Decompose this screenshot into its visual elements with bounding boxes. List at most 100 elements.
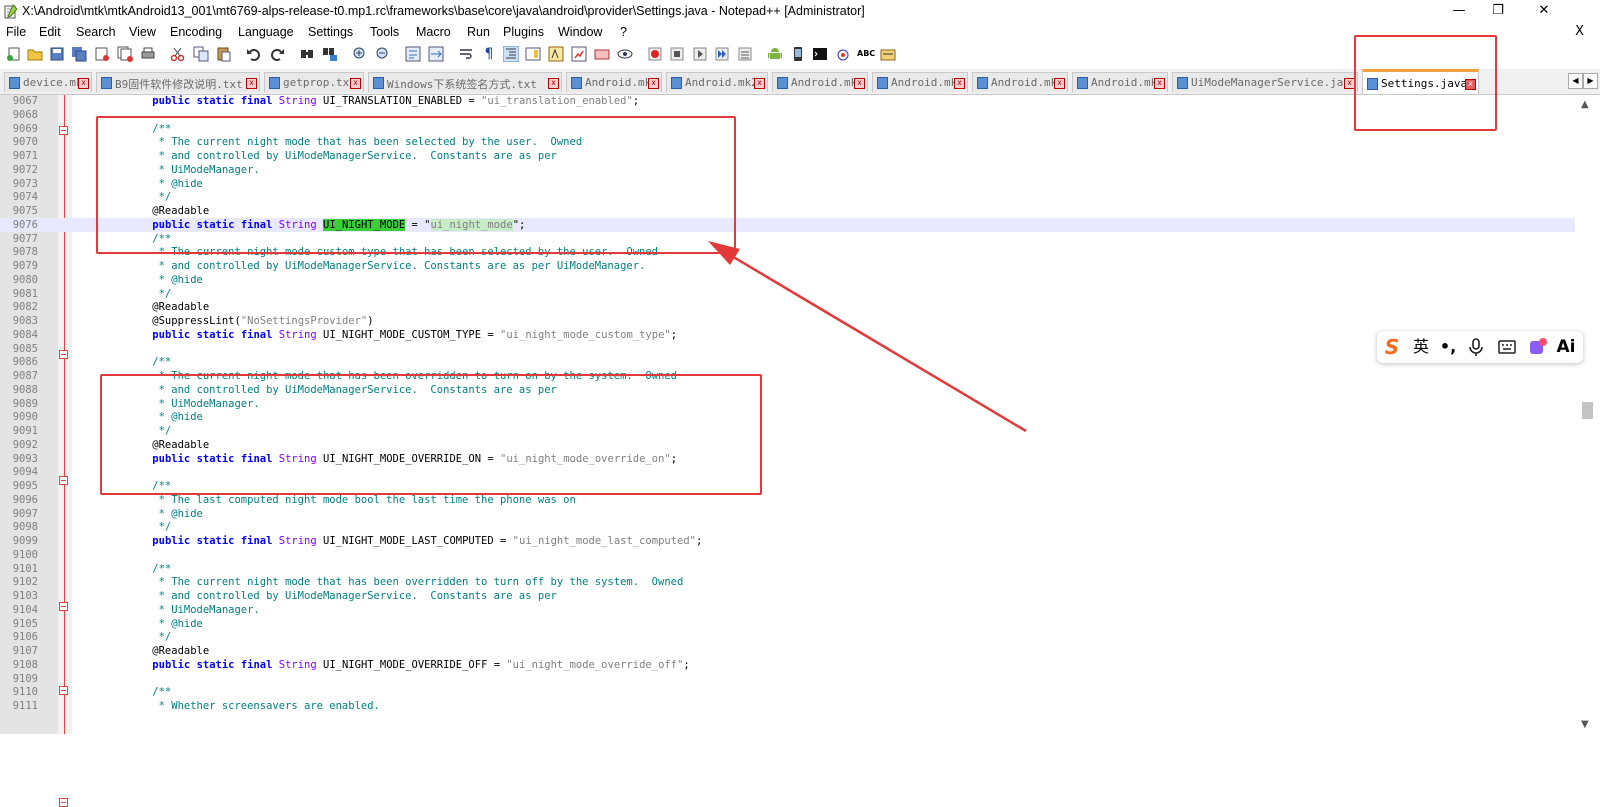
code-line[interactable]: 9100 — [0, 548, 1575, 562]
menu-encoding[interactable]: Encoding — [170, 25, 222, 39]
tab-close-icon[interactable]: x — [548, 78, 559, 89]
tab-android-mk-4[interactable]: Android.mk x — [872, 72, 968, 92]
code-line[interactable]: 9086 /** — [0, 355, 1575, 369]
show-all-characters-icon[interactable]: ¶ — [481, 46, 497, 62]
tab-close-icon[interactable]: x — [854, 78, 865, 89]
print-icon[interactable] — [140, 46, 156, 62]
tab-android-mk-5[interactable]: Android.mk x — [972, 72, 1068, 92]
menu-tools[interactable]: Tools — [370, 25, 399, 39]
tab-device-mk[interactable]: device.mk x — [4, 72, 92, 92]
zoom-in-icon[interactable] — [352, 46, 368, 62]
code-line[interactable]: 9098 */ — [0, 520, 1575, 534]
ime-punctuation-toggle[interactable]: •, — [1437, 337, 1459, 357]
menu-settings[interactable]: Settings — [308, 25, 353, 39]
tab-close-icon[interactable]: x — [350, 78, 361, 89]
tab-android-mk-6[interactable]: Android.mk x — [1072, 72, 1168, 92]
tab-close-icon[interactable]: x — [1054, 78, 1065, 89]
stop-macro-icon[interactable] — [669, 46, 685, 62]
menu-edit[interactable]: Edit — [39, 25, 61, 39]
tab-android-mk-1[interactable]: Android.mk x — [566, 72, 662, 92]
tab-windows-signing[interactable]: Windows下系统签名方式.txt x — [368, 72, 562, 92]
tab-scroll-left-button[interactable]: ◀ — [1568, 73, 1583, 89]
code-line[interactable]: 9083 @SuppressLint("NoSettingsProvider") — [0, 314, 1575, 328]
function-list-icon[interactable] — [548, 46, 564, 62]
ime-ai-button[interactable]: Ai — [1555, 337, 1577, 357]
code-line[interactable]: 9097 * @hide — [0, 507, 1575, 521]
code-line[interactable]: 9104 * UiModeManager. — [0, 603, 1575, 617]
tab-b9-readme[interactable]: B9固件软件修改说明.txt x — [96, 72, 260, 92]
menu-search[interactable]: Search — [76, 25, 116, 39]
record-macro-icon[interactable] — [647, 46, 663, 62]
code-line[interactable]: 9103 * and controlled by UiModeManagerSe… — [0, 589, 1575, 603]
redo-icon[interactable] — [269, 46, 285, 62]
code-line[interactable]: 9102 * The current night mode that has b… — [0, 575, 1575, 589]
save-all-icon[interactable] — [71, 46, 87, 62]
tab-android-mk2[interactable]: Android.mk2 x — [666, 72, 768, 92]
zoom-out-icon[interactable] — [375, 46, 391, 62]
eye-icon[interactable] — [617, 46, 633, 62]
paste-icon[interactable] — [216, 46, 232, 62]
monitoring-icon[interactable] — [594, 46, 610, 62]
android-icon[interactable] — [767, 46, 783, 62]
code-line[interactable]: 9105 * @hide — [0, 617, 1575, 631]
sync-vertical-icon[interactable] — [405, 46, 421, 62]
play-macro-icon[interactable] — [692, 46, 708, 62]
menu-macro[interactable]: Macro — [416, 25, 451, 39]
word-wrap-icon[interactable] — [458, 46, 474, 62]
restore-button[interactable]: ❐ — [1475, 0, 1521, 24]
sync-horizontal-icon[interactable] — [428, 46, 444, 62]
tab-close-icon[interactable]: x — [246, 78, 257, 89]
code-line[interactable]: 9085 — [0, 342, 1575, 356]
scrollbar-thumb[interactable] — [1582, 402, 1593, 419]
folder-workspace-icon[interactable] — [571, 46, 587, 62]
console-icon[interactable] — [812, 46, 828, 62]
menu-language[interactable]: Language — [238, 25, 294, 39]
menu-window[interactable]: Window — [558, 25, 602, 39]
menu-file[interactable]: File — [6, 25, 26, 39]
tab-close-icon[interactable]: x — [754, 78, 765, 89]
close-icon[interactable] — [94, 46, 110, 62]
spell-check-icon[interactable]: ABC — [857, 46, 875, 62]
replace-icon[interactable] — [322, 46, 338, 62]
menu-plugins[interactable]: Plugins — [503, 25, 544, 39]
code-line[interactable]: 9067 public static final String UI_TRANS… — [0, 94, 1575, 108]
code-line[interactable]: 9099 public static final String UI_NIGHT… — [0, 534, 1575, 548]
save-macro-icon[interactable] — [737, 46, 753, 62]
code-line[interactable]: 9084 public static final String UI_NIGHT… — [0, 328, 1575, 342]
menu-run[interactable]: Run — [467, 25, 490, 39]
tab-close-icon[interactable]: x — [1154, 78, 1165, 89]
mic-icon[interactable] — [1467, 337, 1485, 357]
copy-icon[interactable] — [193, 46, 209, 62]
ime-language-toggle[interactable]: 英 — [1410, 337, 1432, 357]
plugin-gear-icon[interactable] — [835, 46, 851, 62]
tab-close-icon[interactable]: x — [648, 78, 659, 89]
code-line[interactable]: 9107 @Readable — [0, 644, 1575, 658]
undo-icon[interactable] — [246, 46, 262, 62]
menu-view[interactable]: View — [129, 25, 156, 39]
code-line[interactable]: 9082 @Readable — [0, 300, 1575, 314]
close-button[interactable]: ✕ — [1521, 0, 1567, 24]
vertical-scrollbar[interactable]: ▲ ▼ — [1575, 95, 1600, 734]
fold-toggle-icon[interactable] — [59, 798, 68, 807]
code-line[interactable]: 9079 * and controlled by UiModeManagerSe… — [0, 259, 1575, 273]
new-file-icon[interactable] — [6, 46, 22, 62]
tab-getprop[interactable]: getprop.txt x — [264, 72, 364, 92]
tab-close-icon[interactable]: x — [78, 78, 89, 89]
clipboard-history-icon[interactable] — [880, 46, 896, 62]
doc-map-icon[interactable] — [525, 46, 541, 62]
indent-guide-icon[interactable] — [503, 46, 519, 62]
skin-icon[interactable] — [1527, 337, 1549, 357]
tab-scroll-right-button[interactable]: ▶ — [1583, 73, 1598, 89]
keyboard-icon[interactable] — [1497, 337, 1517, 357]
cut-icon[interactable] — [170, 46, 186, 62]
close-all-icon[interactable] — [117, 46, 133, 62]
tab-android-mk-3[interactable]: Android.mk x — [772, 72, 868, 92]
code-line[interactable]: 9106 */ — [0, 630, 1575, 644]
code-line[interactable]: 9080 * @hide — [0, 273, 1575, 287]
code-line[interactable]: 9101 /** — [0, 562, 1575, 576]
code-line[interactable]: 9110 /** — [0, 685, 1575, 699]
tab-uimodemanagerservice[interactable]: UiModeManagerService.java x — [1172, 72, 1358, 92]
open-file-icon[interactable] — [27, 46, 43, 62]
run-macro-multiple-icon[interactable] — [714, 46, 730, 62]
menu-help[interactable]: ? — [620, 25, 627, 39]
